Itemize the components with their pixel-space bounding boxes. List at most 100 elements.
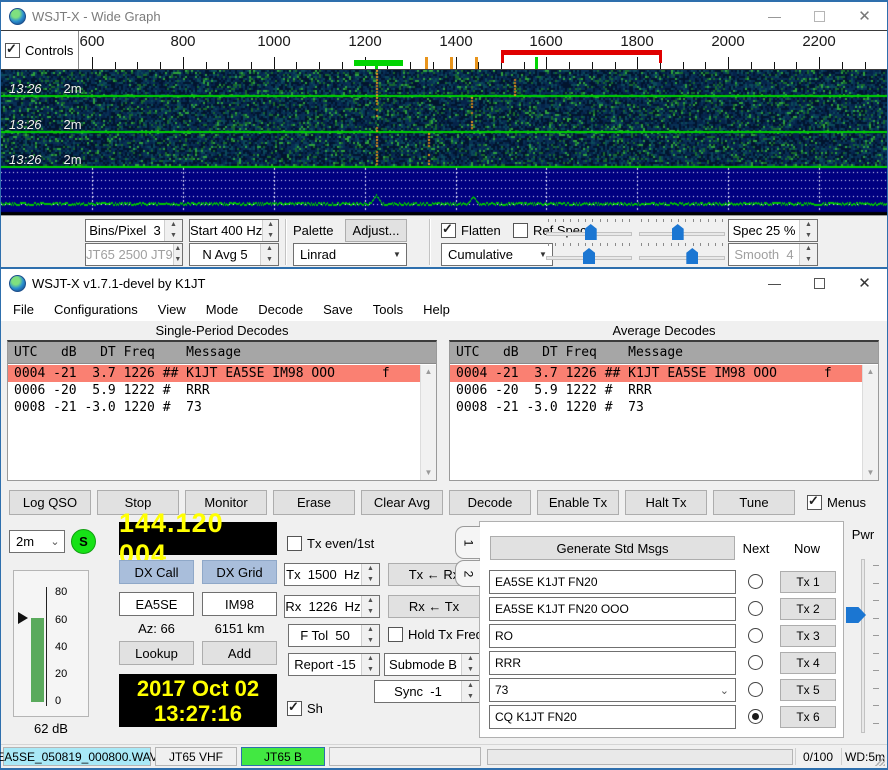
f-tol-spinner[interactable]: F Tol 50▲▼ <box>288 624 380 647</box>
decode-list[interactable]: 0004 -21 3.7 1226 ## K1JT EA5SE IM98 OOO… <box>8 365 420 480</box>
tx6-next-radio[interactable] <box>748 709 763 724</box>
rx-from-tx-button[interactable]: Rx ← Tx <box>388 595 480 618</box>
tx-freq-spinner[interactable]: Tx 1500 Hz▲▼ <box>284 563 380 586</box>
start-hz-spinner[interactable]: Start 400 Hz▲▼ <box>189 219 279 242</box>
tx3-message-field[interactable]: RO <box>489 624 736 648</box>
dx-call-field[interactable]: EA5SE <box>119 592 194 616</box>
tx-even-checkbox[interactable]: Tx even/1st <box>287 536 374 551</box>
submode-spinner[interactable]: Submode B▲▼ <box>384 653 480 676</box>
erase-button[interactable]: Erase <box>273 490 355 515</box>
sh-checkbox[interactable]: Sh <box>287 701 323 716</box>
flatten-checkbox[interactable]: Flatten <box>441 223 501 238</box>
spinner-arrows-icon[interactable]: ▲▼ <box>361 564 379 585</box>
waterfall-display[interactable] <box>1 70 887 215</box>
spinner-arrows-icon[interactable]: ▲▼ <box>361 625 379 646</box>
scrollbar[interactable]: ▲▼ <box>420 365 436 480</box>
spinner-arrows-icon[interactable]: ▲▼ <box>461 681 479 702</box>
decode-button[interactable]: Decode <box>449 490 531 515</box>
tx3-next-radio[interactable] <box>748 628 763 643</box>
menu-help[interactable]: Help <box>413 302 460 317</box>
rx-freq-spinner[interactable]: Rx 1226 Hz▲▼ <box>284 595 380 618</box>
spinner-arrows-icon[interactable]: ▲▼ <box>260 244 278 265</box>
n-avg-spinner[interactable]: N Avg 5▲▼ <box>189 243 279 266</box>
decode-row[interactable]: 0008 -21 -3.0 1220 # 73 <box>450 399 862 416</box>
tx5-next-radio[interactable] <box>748 682 763 697</box>
resize-grip[interactable] <box>875 756 885 766</box>
scroll-up-icon[interactable]: ▲ <box>421 365 436 379</box>
decode-row[interactable]: 0008 -21 -3.0 1220 # 73 <box>8 399 420 416</box>
spinner-arrows-icon[interactable]: ▲▼ <box>461 654 479 675</box>
tx2-now-button[interactable]: Tx 2 <box>780 598 836 620</box>
scroll-down-icon[interactable]: ▼ <box>421 466 436 480</box>
minimize-icon[interactable]: — <box>752 269 797 297</box>
tx4-message-field[interactable]: RRR <box>489 651 736 675</box>
hold-tx-freq-checkbox[interactable]: Hold Tx Freq <box>388 627 483 642</box>
report-spinner[interactable]: Report -15▲▼ <box>288 653 380 676</box>
slider-handle[interactable] <box>585 224 597 240</box>
gain-slider[interactable] <box>546 219 632 242</box>
menus-checkbox[interactable]: Menus <box>807 495 866 510</box>
maximize-icon[interactable] <box>797 2 842 30</box>
controls-checkbox[interactable]: Controls <box>5 43 73 58</box>
tx1-next-radio[interactable] <box>748 574 763 589</box>
spinner-arrows-icon[interactable]: ▲▼ <box>799 220 817 241</box>
spec-percent-spinner[interactable]: Spec 25 %▲▼ <box>728 219 818 242</box>
status-s-button[interactable]: S <box>71 529 96 554</box>
palette-select[interactable]: Linrad▼ <box>293 243 407 266</box>
menu-configurations[interactable]: Configurations <box>44 302 148 317</box>
close-icon[interactable]: ✕ <box>842 2 887 30</box>
frequency-ruler[interactable]: Controls 6008001000120014001600180020002… <box>1 30 887 70</box>
tx3-now-button[interactable]: Tx 3 <box>780 625 836 647</box>
dx-grid-button[interactable]: DX Grid <box>202 560 277 584</box>
tx4-next-radio[interactable] <box>748 655 763 670</box>
decode-row[interactable]: 0006 -20 5.9 1222 # RRR <box>450 382 862 399</box>
spinner-arrows-icon[interactable]: ▲▼ <box>361 596 379 617</box>
clear-avg-button[interactable]: Clear Avg <box>361 490 443 515</box>
tx6-message-field[interactable]: CQ K1JT FN20 <box>489 705 736 729</box>
zero2-slider[interactable] <box>639 243 725 266</box>
spinner-arrows-icon[interactable]: ▲▼ <box>262 220 278 241</box>
decode-row[interactable]: 0004 -21 3.7 1226 ## K1JT EA5SE IM98 OOO… <box>450 365 862 382</box>
adjust-button[interactable]: Adjust... <box>345 219 407 242</box>
menu-view[interactable]: View <box>148 302 196 317</box>
add-button[interactable]: Add <box>202 641 277 665</box>
sync-spinner[interactable]: Sync -1▲▼ <box>374 680 480 703</box>
menu-decode[interactable]: Decode <box>248 302 313 317</box>
tx1-now-button[interactable]: Tx 1 <box>780 571 836 593</box>
tune-button[interactable]: Tune <box>713 490 795 515</box>
tx2-message-field[interactable]: EA5SE K1JT FN20 OOO <box>489 597 736 621</box>
halt-tx-button[interactable]: Halt Tx <box>625 490 707 515</box>
close-icon[interactable]: ✕ <box>842 269 887 297</box>
pwr-slider[interactable] <box>861 559 865 733</box>
maximize-icon[interactable] <box>797 269 842 297</box>
log-qso-button[interactable]: Log QSO <box>9 490 91 515</box>
scroll-down-icon[interactable]: ▼ <box>863 466 878 480</box>
slider-handle[interactable] <box>583 248 595 264</box>
generate-std-msgs-button[interactable]: Generate Std Msgs <box>490 536 735 560</box>
decode-row[interactable]: 0006 -20 5.9 1222 # RRR <box>8 382 420 399</box>
band-select[interactable]: 2m⌄ <box>9 530 65 553</box>
decode-list[interactable]: 0004 -21 3.7 1226 ## K1JT EA5SE IM98 OOO… <box>450 365 862 480</box>
dx-grid-field[interactable]: IM98 <box>202 592 277 616</box>
tab-2[interactable]: 2 <box>455 560 480 587</box>
spinner-arrows-icon[interactable]: ▲▼ <box>164 220 182 241</box>
tx5-message-combo[interactable]: 73⌄ <box>489 678 736 702</box>
minimize-icon[interactable]: — <box>752 2 797 30</box>
tx4-now-button[interactable]: Tx 4 <box>780 652 836 674</box>
tx2-next-radio[interactable] <box>748 601 763 616</box>
enable-tx-button[interactable]: Enable Tx <box>537 490 619 515</box>
dx-call-button[interactable]: DX Call <box>119 560 194 584</box>
main-titlebar[interactable]: WSJT-X v1.7.1-devel by K1JT — ✕ <box>1 269 887 297</box>
menu-file[interactable]: File <box>3 302 44 317</box>
slider-handle[interactable] <box>686 248 698 264</box>
lookup-button[interactable]: Lookup <box>119 641 194 665</box>
menu-save[interactable]: Save <box>313 302 363 317</box>
tx5-now-button[interactable]: Tx 5 <box>780 679 836 701</box>
decode-row[interactable]: 0004 -21 3.7 1226 ## K1JT EA5SE IM98 OOO… <box>8 365 420 382</box>
zero-slider[interactable] <box>639 219 725 242</box>
spectrum-mode-select[interactable]: Cumulative▼ <box>441 243 553 266</box>
tx1-message-field[interactable]: EA5SE K1JT FN20 <box>489 570 736 594</box>
gain2-slider[interactable] <box>546 243 632 266</box>
menu-mode[interactable]: Mode <box>196 302 249 317</box>
slider-handle[interactable] <box>672 224 684 240</box>
